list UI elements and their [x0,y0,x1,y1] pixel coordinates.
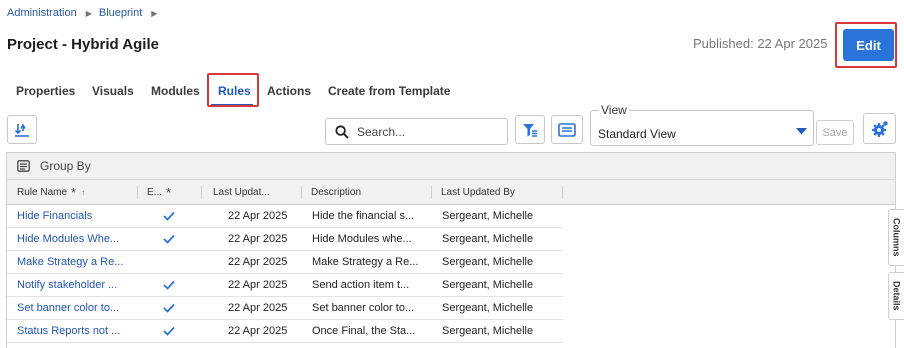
last-updated-by-cell: Sergeant, Michelle [442,256,534,268]
chevron-down-icon [796,128,807,135]
description-cell: Hide the financial s... [312,210,415,222]
view-select[interactable]: View Standard View [590,103,814,146]
enabled-cell [137,297,201,319]
layout-icon [558,122,576,137]
columns-panel-tab[interactable]: Columns [888,209,904,266]
last-updated-cell: 22 Apr 2025 [228,256,288,268]
description-cell: Make Strategy a Re... [312,256,419,268]
tab-create-from-template[interactable]: Create from Template [328,84,450,98]
view-select-value: Standard View [598,127,676,141]
table-row[interactable]: Status Reports not ... 22 Apr 2025 Once Fi… [7,320,563,343]
tab-modules[interactable]: Modules [151,84,200,98]
last-updated-cell: 22 Apr 2025 [228,233,288,245]
description-cell: Hide Modules whe... [312,233,412,245]
column-header-last-updated[interactable]: Last Updat... [203,180,300,205]
enabled-cell [137,228,201,250]
sort-arrow-icon: ↑ [81,188,86,197]
required-asterisk: * [166,185,172,200]
rule-name-link[interactable]: Set banner color to... [17,297,135,319]
page-title: Project - Hybrid Agile [7,36,159,53]
filter-button[interactable] [515,115,545,144]
grid-header: Rule Name * ↑ E... * Last Updat... Descr… [7,180,895,205]
chevron-right-icon: ▶ [151,8,158,18]
group-by-icon [17,160,30,172]
enabled-cell [137,251,201,273]
description-cell: Once Final, the Sta... [312,325,416,337]
rule-name-link[interactable]: Make Strategy a Re... [17,251,135,273]
required-asterisk: * [71,185,77,200]
last-updated-by-cell: Sergeant, Michelle [442,279,534,291]
group-by-bar[interactable]: Group By [7,153,895,180]
checkmark-icon [163,234,175,244]
enabled-cell [137,274,201,296]
rule-name-link[interactable]: Hide Modules Whe... [17,228,135,250]
column-header-description[interactable]: Description [301,180,431,205]
enabled-cell [137,205,201,227]
rules-tab-highlight [207,73,259,107]
edit-button[interactable]: Edit [843,29,894,61]
last-updated-cell: 22 Apr 2025 [228,279,288,291]
table-row[interactable]: Set banner color to... 22 Apr 2025 Set ban… [7,297,563,320]
breadcrumb-administration[interactable]: Administration [7,7,77,19]
breadcrumb: Administration ▶ Blueprint ▶ [7,7,164,19]
tab-properties[interactable]: Properties [16,84,75,98]
description-cell: Set banner color to... [312,302,415,314]
rules-grid: Group By Rule Name * ↑ E... * Last Updat… [6,152,896,348]
checkmark-icon [163,211,175,221]
last-updated-by-cell: Sergeant, Michelle [442,210,534,222]
checkmark-icon [163,303,175,313]
gear-icon [871,120,888,137]
rule-name-link[interactable]: Hide Financials [17,205,135,227]
last-updated-by-cell: Sergeant, Michelle [442,302,534,314]
published-date: Published: 22 Apr 2025 [693,36,828,51]
last-updated-cell: 22 Apr 2025 [228,210,288,222]
layout-button[interactable] [551,115,583,144]
rule-name-link[interactable]: Notify stakeholder ... [17,274,135,296]
save-view-button[interactable]: Save [816,120,854,145]
description-cell: Send action item t... [312,279,410,291]
last-updated-by-cell: Sergeant, Michelle [442,325,534,337]
search-input[interactable] [357,124,497,139]
breadcrumb-blueprint[interactable]: Blueprint [99,7,142,19]
search-box[interactable] [325,118,508,145]
details-panel-tab[interactable]: Details [888,272,904,320]
table-row[interactable]: Hide Financials 22 Apr 2025 Hide the finan… [7,205,563,228]
column-divider [562,186,563,199]
table-row[interactable]: Hide Modules Whe... 22 Apr 2025 Hide Modul… [7,228,563,251]
view-select-label: View [599,103,629,117]
column-divider [201,186,202,199]
last-updated-cell: 22 Apr 2025 [228,302,288,314]
export-button[interactable] [7,115,37,144]
tab-bar: Properties Visuals Modules Rules Actions… [0,78,904,106]
last-updated-by-cell: Sergeant, Michelle [442,233,534,245]
tab-visuals[interactable]: Visuals [92,84,134,98]
column-header-rule-name[interactable]: Rule Name * ↑ [7,180,137,205]
chevron-right-icon: ▶ [85,8,92,18]
checkmark-icon [163,280,175,290]
filter-icon [523,123,537,137]
last-updated-cell: 22 Apr 2025 [228,325,288,337]
checkmark-icon [163,326,175,336]
column-header-enabled[interactable]: E... * [137,180,201,205]
settings-button[interactable] [863,113,896,144]
tab-actions[interactable]: Actions [267,84,311,98]
search-icon [335,124,349,139]
column-header-last-updated-by[interactable]: Last Updated By [431,180,561,205]
enabled-cell [137,320,201,342]
table-row[interactable]: Notify stakeholder ... 22 Apr 2025 Send ac… [7,274,563,297]
rule-name-link[interactable]: Status Reports not ... [17,320,135,342]
table-row[interactable]: Make Strategy a Re... 22 Apr 2025 Make Str… [7,251,563,274]
group-by-label: Group By [40,159,91,173]
export-download-icon [14,122,29,137]
